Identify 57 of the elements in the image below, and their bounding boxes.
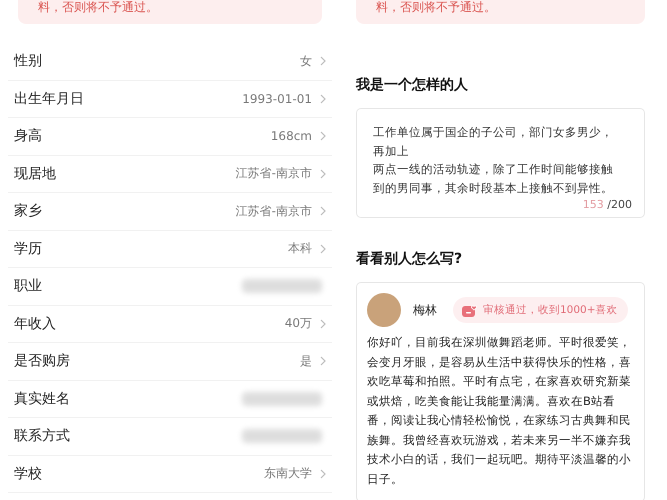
profile-row[interactable]: 身高 168cm: [8, 118, 332, 156]
chevron-icon: [320, 244, 326, 254]
section-heading: 我是一个怎样的人: [356, 76, 469, 94]
field-value: 江苏省-南京市: [236, 202, 312, 220]
field-value: 本科: [288, 240, 312, 258]
intro-text-line: 再加上: [373, 142, 410, 160]
field-label: 学历: [14, 240, 43, 258]
avatar-placeholder: [367, 293, 401, 327]
field-value: 是: [300, 352, 312, 370]
profile-row[interactable]: 学历 本科: [8, 230, 332, 268]
chevron-icon: [320, 206, 326, 216]
field-label: 性别: [14, 52, 43, 70]
field-value: 168cm: [270, 129, 312, 144]
intro-text-area[interactable]: 工作单位属于国企的子公司，部门女多男少， 再加上 两点一线的活动轨迹，除了工作时间能够接触 到的男同事，其余时段基本上接触不到异性。 153 /200: [356, 108, 645, 218]
intro-text-line: 到的男同事，其余时段基本上接触不到异性。: [373, 180, 614, 196]
profile-row[interactable]: 职业: [8, 268, 332, 306]
chevron-icon: [320, 318, 326, 329]
profile-row[interactable]: 真实姓名: [8, 380, 332, 418]
field-label: 出生年月日: [14, 90, 85, 108]
profile-row[interactable]: 联系方式: [8, 418, 332, 456]
notice-text: 料，否则将不予通过。: [38, 0, 158, 14]
field-label: 学校: [14, 464, 43, 483]
chevron-icon: [320, 356, 326, 366]
profile-row[interactable]: 性别 女: [8, 43, 332, 80]
example-paragraph: 你好吖，目前我在深圳做舞蹈老师。平时很爱笑，会变月牙眼，是容易从生活中获得快乐的性格，喜欢吃草莓和拍照。平时有点宅，在家喜欢研究新菜或烘焙，吃美食能让我能量满满。喜欢在B站看番，阅读让我心情轻松愉悦，在家练习古典舞和民族舞。我曾经喜欢玩游戏，若未来另一半不嫌弃我技术小白的话，我们一起玩吧。期待平淡温馨的小日子。: [367, 334, 632, 488]
profile-row[interactable]: 家乡 江苏省-南京市: [8, 193, 332, 230]
field-label: 身高: [14, 127, 43, 146]
chevron-icon: [320, 168, 326, 179]
field-label: 真实姓名: [14, 390, 71, 408]
profile-row[interactable]: 现居地 江苏省-南京市: [8, 156, 332, 193]
field-value: 1993-01-01: [242, 92, 312, 106]
chevron-icon: [320, 56, 326, 66]
field-label: 家乡: [14, 202, 43, 220]
chevron-icon: [320, 94, 326, 104]
intro-text-line: 工作单位属于国企的子公司，部门女多男少，: [373, 124, 614, 141]
field-value: 东南大学: [264, 465, 312, 482]
profile-row[interactable]: 出生年月日 1993-01-01: [8, 80, 332, 118]
field-value: 女: [300, 52, 312, 70]
profile-row[interactable]: 是否购房 是: [8, 343, 332, 380]
field-label: 现居地: [14, 164, 57, 183]
user-name: 梅林: [413, 302, 437, 318]
intro-text-line: 两点一线的活动轨迹，除了工作时间能够接触: [373, 161, 614, 178]
field-label: 联系方式: [14, 427, 71, 446]
section-heading: 看看别人怎么写?: [356, 250, 464, 268]
field-label: 年收入: [14, 314, 57, 333]
field-value: 40万: [284, 315, 312, 332]
profile-row[interactable]: 年收入 40万: [8, 306, 332, 343]
character-count: 153: [582, 198, 604, 211]
field-label: 职业: [14, 277, 43, 296]
character-limit: /200: [607, 198, 632, 211]
badge-text: 审核通过，收到1000+喜欢: [483, 303, 618, 317]
chevron-icon: [320, 468, 326, 479]
profile-row[interactable]: 学校 东南大学: [8, 456, 332, 493]
notice-text: 料，否则将不予通过。: [376, 0, 496, 14]
field-label: 是否购房: [14, 352, 71, 370]
chevron-icon: [320, 131, 326, 142]
field-value: 江苏省-南京市: [236, 165, 312, 182]
